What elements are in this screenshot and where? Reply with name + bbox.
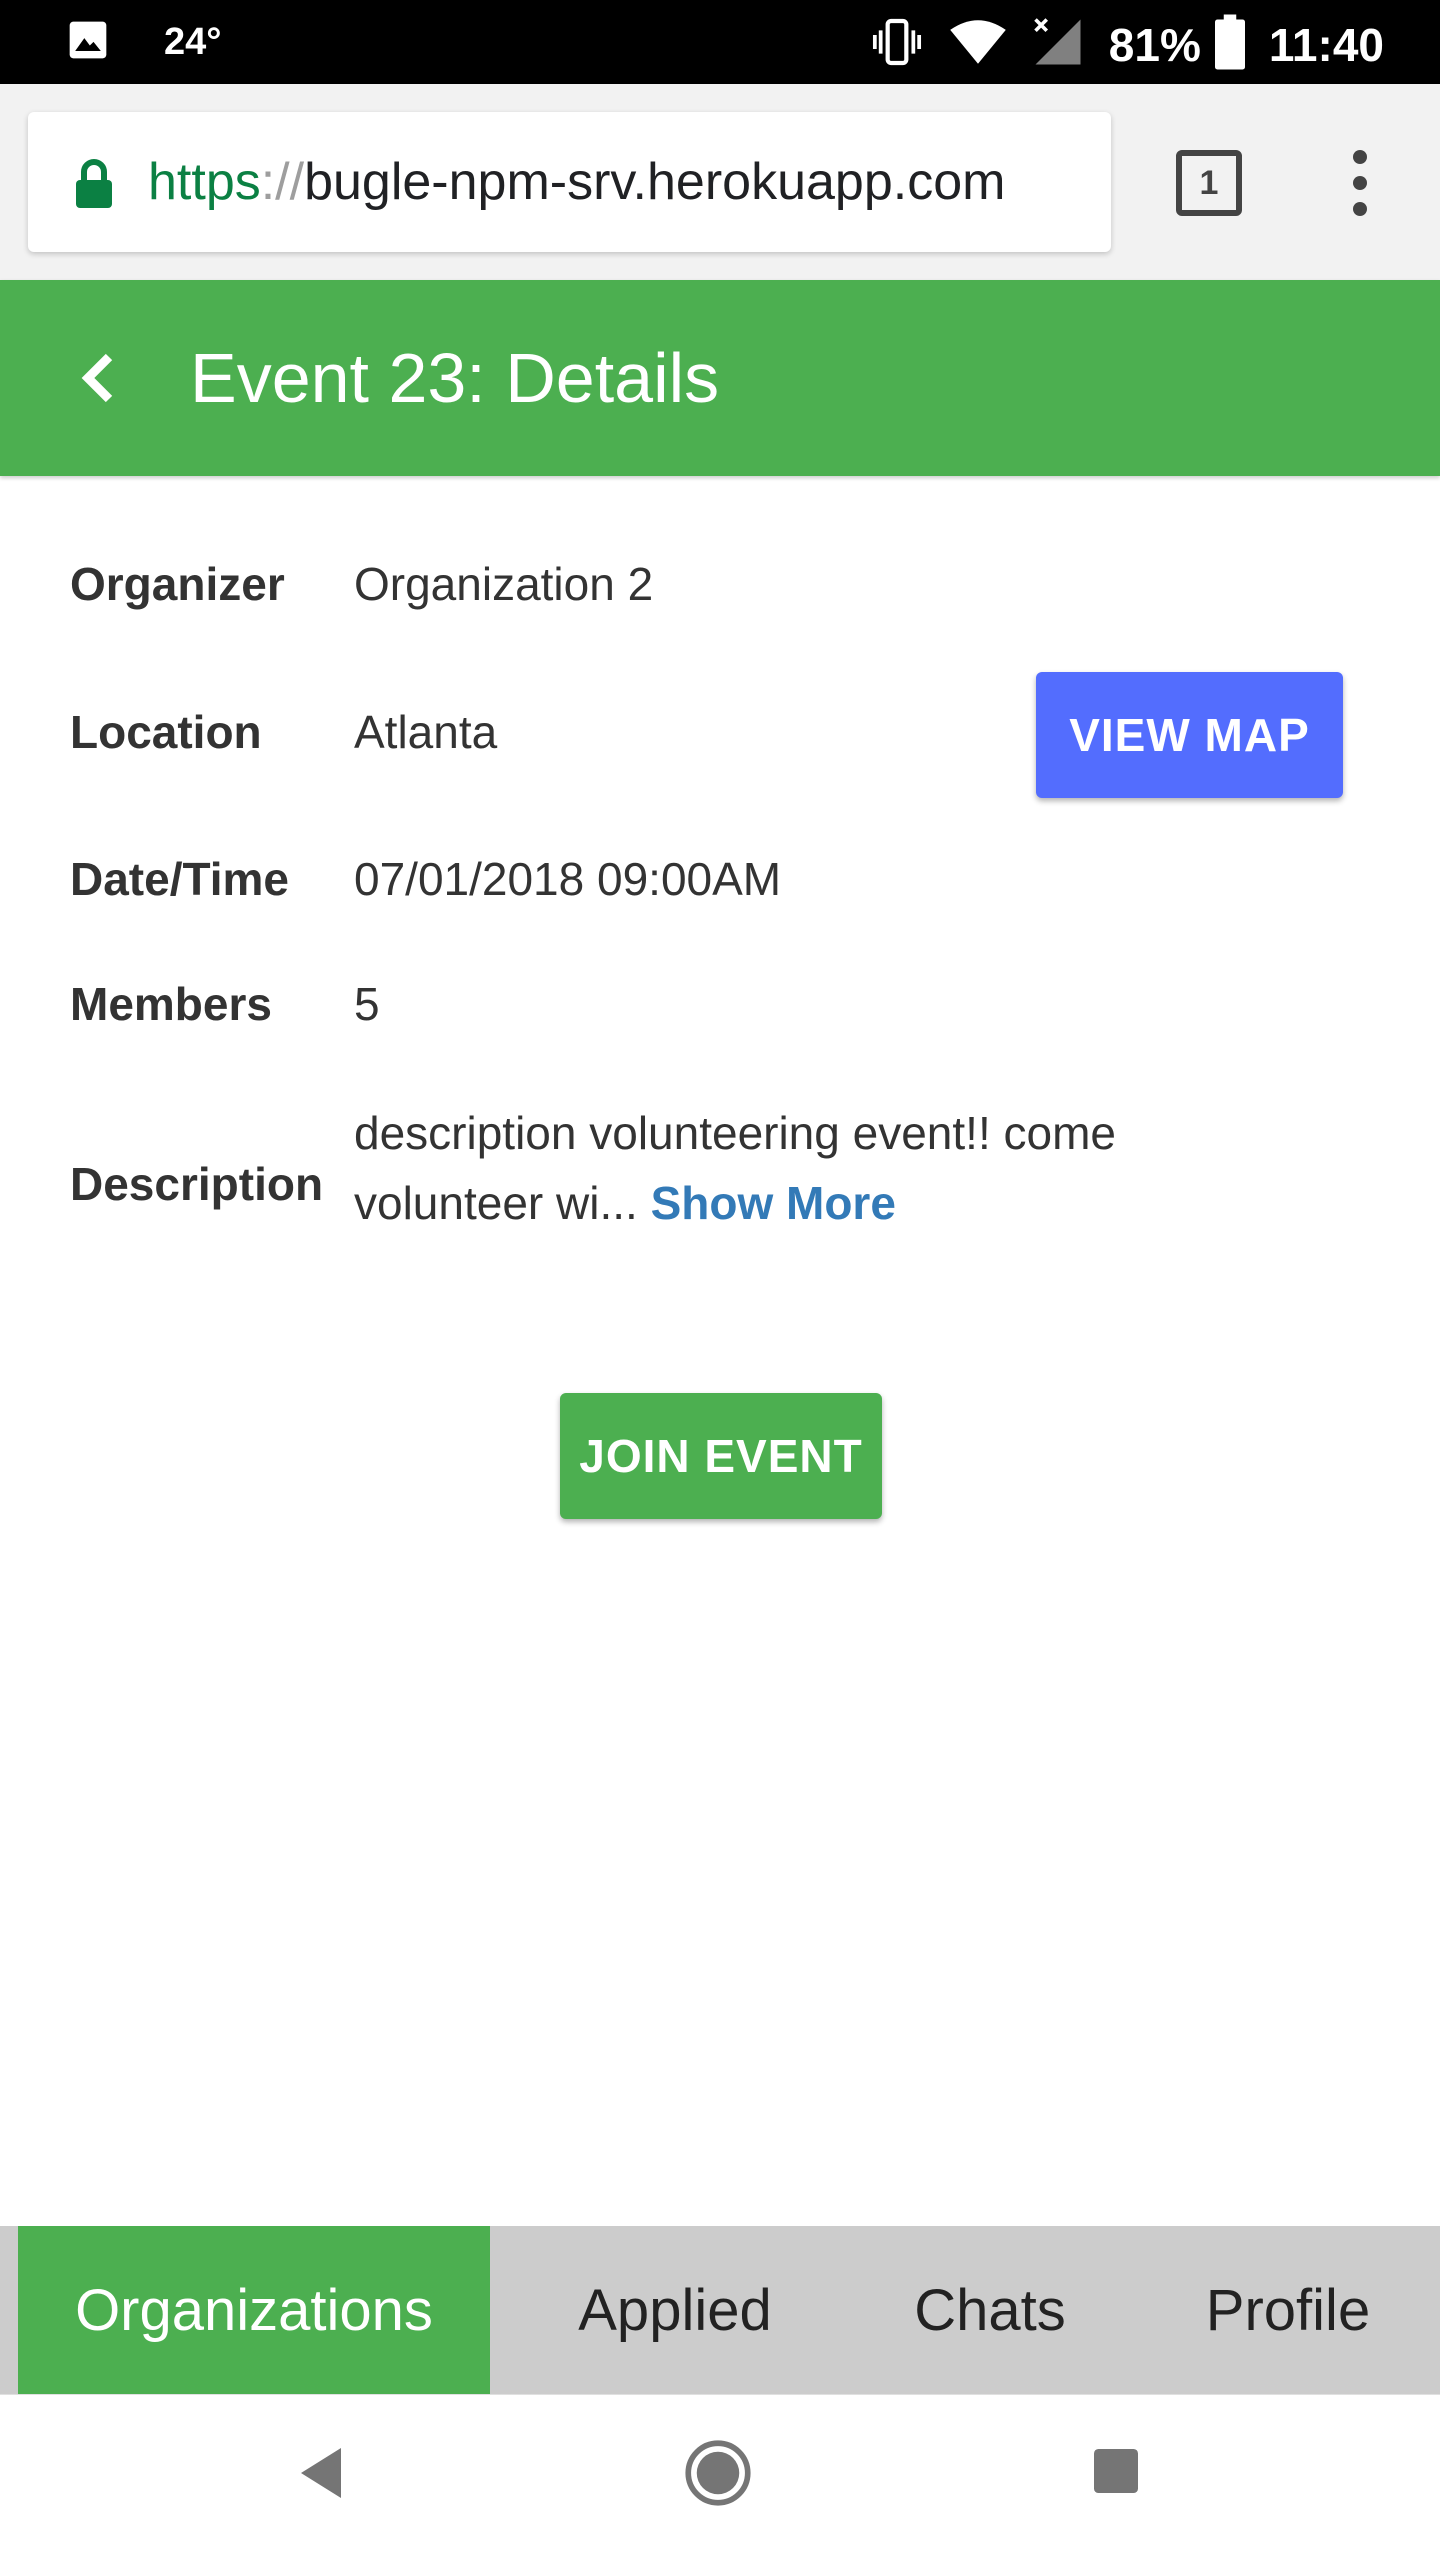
location-value: Atlanta — [354, 706, 498, 758]
url-text[interactable]: https://bugle-npm-srv.herokuapp.com — [148, 146, 1005, 218]
nav-recents-icon[interactable] — [1094, 2449, 1138, 2498]
nav-back-icon[interactable] — [296, 2443, 346, 2508]
tab-profile[interactable]: Profile — [1150, 2226, 1426, 2394]
view-map-button[interactable]: VIEW MAP — [1036, 672, 1343, 798]
app-header: Event 23: Details — [0, 280, 1440, 476]
page-title: Event 23: Details — [190, 339, 720, 417]
vibrate-icon — [869, 14, 925, 75]
tab-switcher-button[interactable]: 1 — [1176, 150, 1242, 216]
members-value: 5 — [354, 978, 380, 1030]
status-bar-left: 24° — [66, 18, 221, 67]
clock-text: 11:40 — [1268, 18, 1384, 71]
members-label: Members — [70, 978, 272, 1030]
address-bar[interactable]: https://bugle-npm-srv.herokuapp.com — [28, 112, 1111, 252]
url-host: bugle-npm-srv.herokuapp.com — [304, 153, 1006, 211]
system-navigation-bar — [0, 2394, 1440, 2560]
join-event-button[interactable]: JOIN EVENT — [560, 1393, 882, 1519]
url-separator: :// — [260, 153, 305, 211]
battery-icon — [1214, 14, 1245, 75]
url-scheme: https — [148, 153, 261, 211]
lock-icon — [74, 158, 114, 215]
browser-menu-icon[interactable] — [1340, 150, 1380, 216]
browser-toolbar: https://bugle-npm-srv.herokuapp.com 1 — [0, 84, 1440, 280]
description-value: description volunteering event!! come vo… — [354, 1098, 1254, 1238]
datetime-value: 07/01/2018 09:00AM — [354, 853, 782, 905]
datetime-label: Date/Time — [70, 853, 290, 905]
tab-organizations[interactable]: Organizations — [18, 2226, 490, 2394]
image-notification-icon — [66, 18, 110, 67]
battery-percent-text: 81% — [1108, 18, 1201, 71]
wifi-icon — [949, 16, 1007, 73]
tab-chats[interactable]: Chats — [840, 2226, 1140, 2394]
tab-count: 1 — [1199, 163, 1219, 202]
bottom-tab-bar: Organizations Applied Chats Profile — [0, 2226, 1440, 2394]
organizer-value: Organization 2 — [354, 558, 654, 610]
tab-applied[interactable]: Applied — [520, 2226, 830, 2394]
organizer-label: Organizer — [70, 558, 285, 610]
back-chevron-icon[interactable] — [70, 342, 130, 414]
cellular-signal-icon — [1031, 15, 1085, 74]
status-bar-right: 81% 11:40 — [869, 14, 1384, 75]
nav-home-icon[interactable] — [684, 2439, 752, 2512]
status-bar: 24° 81% 11:40 — [0, 0, 1440, 84]
location-label: Location — [70, 706, 262, 758]
description-label: Description — [70, 1158, 324, 1210]
show-more-link[interactable]: Show More — [651, 1177, 896, 1229]
temperature-text: 24° — [164, 21, 222, 63]
